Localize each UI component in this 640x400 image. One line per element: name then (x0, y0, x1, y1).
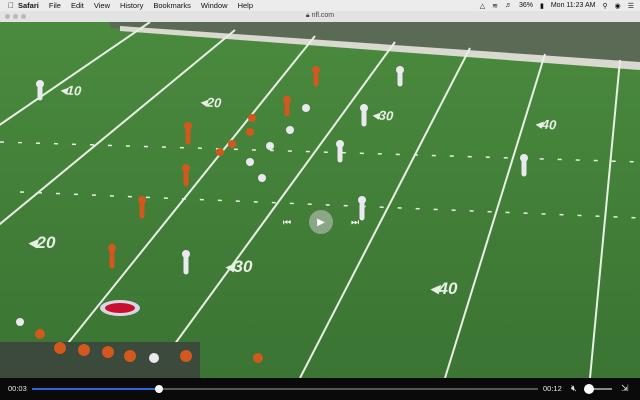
battery-icon[interactable]: ▮ (540, 2, 544, 10)
svg-text:◂40: ◂40 (535, 116, 558, 132)
svg-text:◂30: ◂30 (372, 107, 395, 123)
menu-view[interactable]: View (94, 1, 110, 10)
status-area: △ ≋ ♬ 36% ▮ Mon 11:23 AM ⚲ ◉ ☰ (480, 0, 634, 11)
url-field[interactable]: 🔒︎ nfl.com (0, 12, 640, 20)
notification-center-icon[interactable]: ☰ (628, 2, 634, 10)
skip-forward-icon[interactable]: ⏭︎ (348, 217, 362, 228)
svg-text:◂30: ◂30 (225, 257, 253, 276)
siri-icon[interactable]: ◉ (615, 2, 621, 10)
svg-text:◂10: ◂10 (60, 82, 83, 98)
center-playback-controls: ⏮︎ ▶︎ ⏭︎ (280, 208, 362, 236)
menu-app-safari[interactable]: Safari (18, 1, 39, 10)
menu-window[interactable]: Window (201, 1, 228, 10)
svg-text:◂20: ◂20 (200, 94, 223, 110)
progress-scrubber[interactable] (32, 385, 538, 393)
play-button[interactable]: ▶︎ (309, 210, 333, 234)
volume-icon[interactable]: ♬ (505, 2, 512, 9)
football-field-frame: ◂10 ◂20 ◂30 ◂40 ◂20 ◂30 ◂40 (0, 22, 640, 378)
apple-logo-icon[interactable]:  (4, 1, 18, 10)
search-icon[interactable]: ⚲ (602, 2, 607, 10)
menu-edit[interactable]: Edit (71, 1, 84, 10)
volume-knob[interactable] (583, 384, 594, 394)
progress-knob[interactable] (154, 385, 163, 393)
svg-text:◂20: ◂20 (28, 233, 56, 252)
progress-fill (32, 388, 159, 390)
cast-icon[interactable]: △ (480, 2, 485, 10)
play-icon: ▶︎ (317, 216, 325, 228)
menu-help[interactable]: Help (238, 1, 253, 10)
video-player[interactable]: ◂10 ◂20 ◂30 ◂40 ◂20 ◂30 ◂40 ⏮︎ ▶︎ ⏭︎ (0, 22, 640, 378)
video-control-bar: 00:03 00:12 🔇︎ ⇲ (0, 378, 640, 400)
menu-history[interactable]: History (120, 1, 143, 10)
wifi-icon[interactable]: ≋ (492, 2, 498, 10)
svg-text:◂40: ◂40 (430, 279, 458, 298)
volume-slider[interactable] (583, 384, 612, 394)
clock[interactable]: Mon 11:23 AM (551, 2, 596, 9)
mute-icon[interactable]: 🔇︎ (571, 383, 577, 394)
battery-percent: 36% (518, 2, 533, 9)
nfl-shield-logo (100, 300, 140, 316)
menu-bookmarks[interactable]: Bookmarks (153, 1, 191, 10)
end-time: 00:12 (543, 384, 562, 393)
menu-file[interactable]: File (49, 1, 61, 10)
menu-bar:  Safari File Edit View History Bookmark… (0, 0, 640, 11)
lock-icon: 🔒︎ (305, 12, 310, 19)
current-time: 00:03 (8, 384, 27, 393)
url-text: nfl.com (311, 12, 335, 19)
skip-back-icon[interactable]: ⏮︎ (280, 217, 294, 228)
fullscreen-exit-icon[interactable]: ⇲ (621, 383, 629, 394)
